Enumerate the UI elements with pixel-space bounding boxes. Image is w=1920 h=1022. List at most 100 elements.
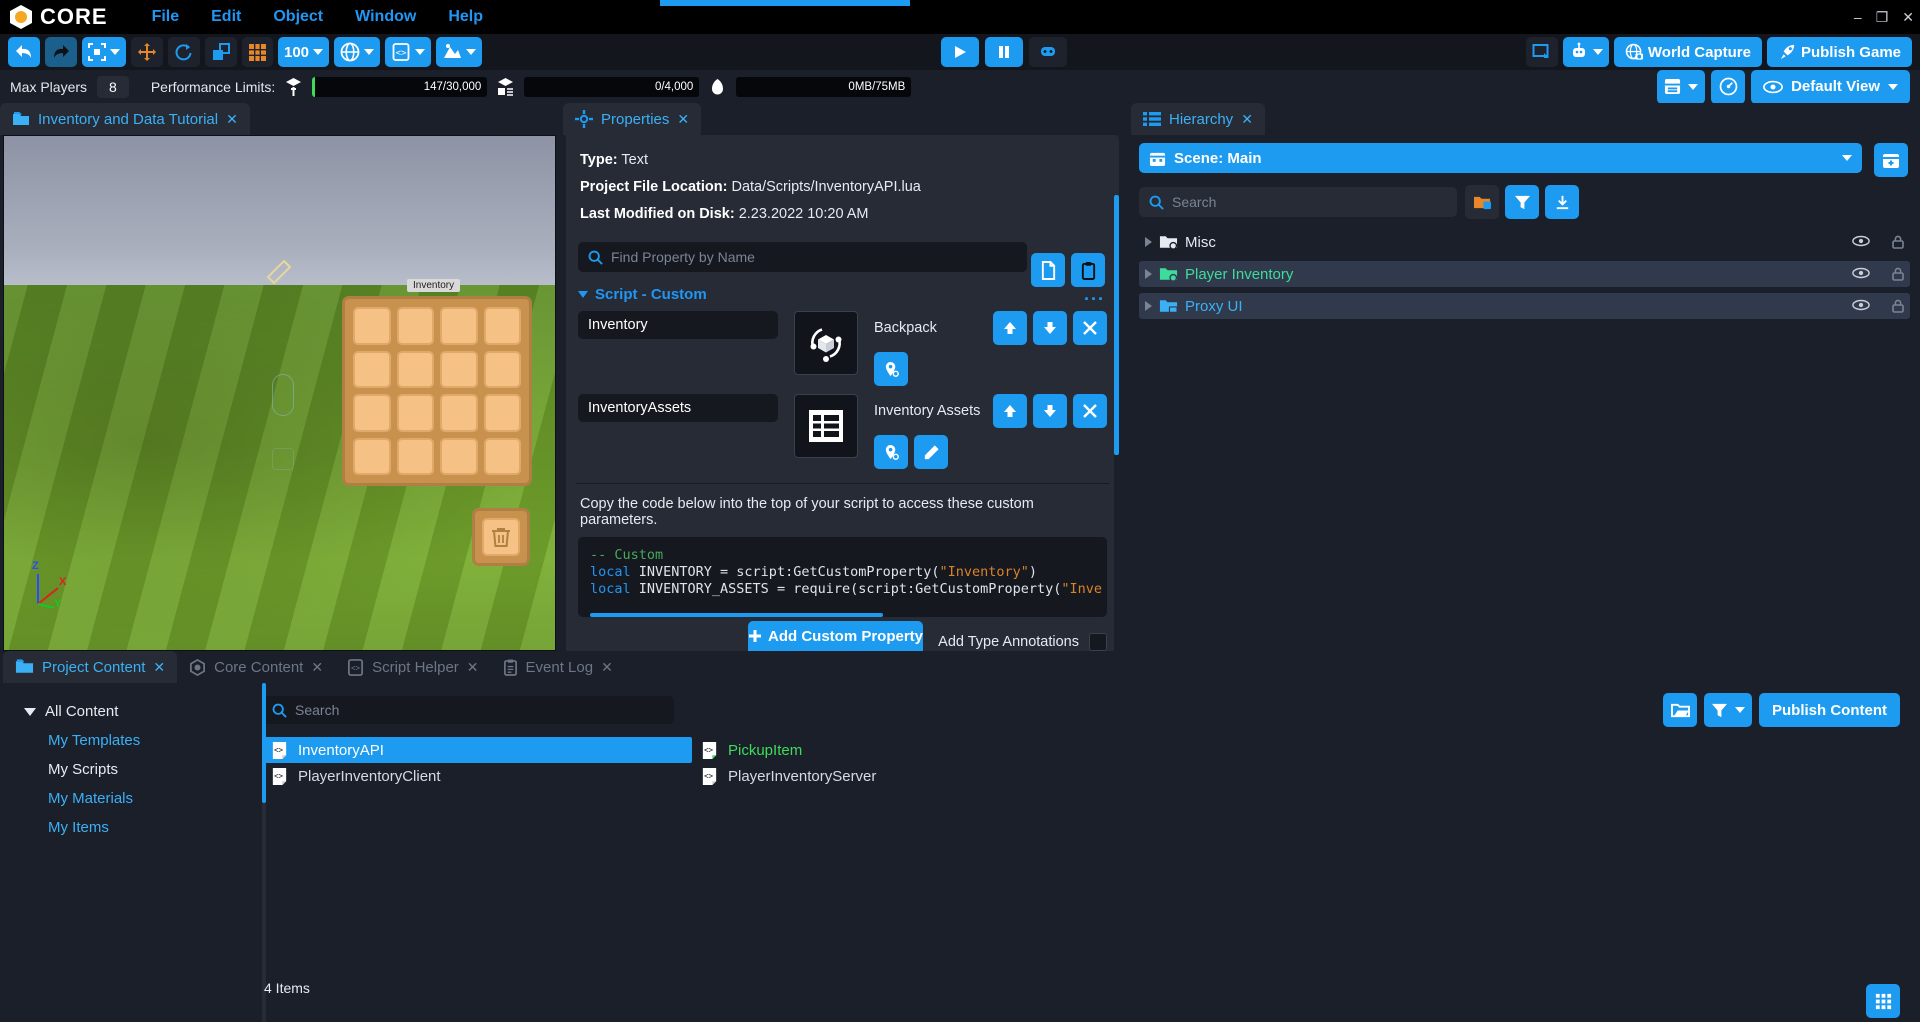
nav-my-items[interactable]: My Items (14, 813, 262, 842)
expand-arrow-icon[interactable] (1145, 269, 1152, 279)
minimize-icon[interactable]: – (1854, 9, 1862, 25)
hierarchy-item-misc[interactable]: Misc (1139, 229, 1910, 255)
select-tool-button[interactable] (82, 37, 126, 67)
tab-inventory-and-data-tutorial[interactable]: Inventory and Data Tutorial ✕ (0, 103, 250, 135)
tab-core-content[interactable]: Core Content ✕ (177, 651, 335, 683)
remove-property-button[interactable] (1073, 311, 1107, 345)
world-capture-button[interactable]: World Capture (1614, 37, 1762, 67)
move-down-button[interactable] (1033, 311, 1067, 345)
find-in-hierarchy-button[interactable] (874, 435, 908, 469)
visibility-icon[interactable] (1852, 267, 1870, 281)
custom-property-name[interactable]: InventoryAssets (578, 394, 778, 422)
close-icon[interactable]: ✕ (677, 111, 689, 128)
layout-presets-button[interactable] (1657, 70, 1705, 104)
visibility-icon[interactable] (1852, 299, 1870, 313)
rotate-tool-button[interactable] (168, 37, 200, 67)
move-up-button[interactable] (993, 394, 1027, 428)
code-horizontal-scrollbar[interactable] (590, 613, 1095, 617)
move-up-button[interactable] (993, 311, 1027, 345)
redo-button[interactable] (45, 37, 77, 67)
max-players-value[interactable]: 8 (97, 76, 129, 98)
publish-game-button[interactable]: Publish Game (1767, 37, 1912, 67)
play-button[interactable] (941, 37, 979, 67)
menu-window[interactable]: Window (339, 8, 432, 26)
chevron-down-icon[interactable] (24, 708, 36, 716)
copy-properties-button[interactable] (1031, 253, 1065, 287)
add-custom-property-button[interactable]: Add Custom Property (748, 621, 923, 651)
menu-file[interactable]: File (136, 8, 196, 26)
menu-edit[interactable]: Edit (195, 8, 257, 26)
template-icon[interactable] (794, 311, 858, 375)
tab-project-content[interactable]: Project Content ✕ (3, 651, 177, 683)
close-icon[interactable]: ✕ (153, 659, 165, 676)
content-filter-button[interactable] (1704, 693, 1752, 727)
default-view-button[interactable]: Default View (1751, 70, 1910, 104)
nav-all-content[interactable]: All Content (14, 697, 262, 726)
scene-selector[interactable]: Scene: Main (1139, 143, 1862, 173)
script-custom-section-header[interactable]: Script - Custom ... (578, 286, 1119, 303)
move-down-button[interactable] (1033, 394, 1067, 428)
scale-tool-button[interactable] (205, 37, 237, 67)
content-search-input[interactable]: Search (262, 696, 674, 724)
add-type-annotations-checkbox[interactable] (1089, 633, 1107, 651)
section-overflow-menu[interactable]: ... (1084, 284, 1105, 305)
lock-icon[interactable] (1892, 299, 1904, 313)
create-group-icon[interactable] (1465, 185, 1499, 219)
menu-help[interactable]: Help (432, 8, 499, 26)
hierarchy-item-player-inventory[interactable]: Player Inventory (1139, 261, 1910, 287)
hierarchy-search-input[interactable]: Search (1139, 187, 1457, 217)
maximize-icon[interactable]: ❐ (1876, 9, 1889, 26)
tab-hierarchy[interactable]: Hierarchy ✕ (1131, 103, 1265, 135)
lock-icon[interactable] (1892, 235, 1904, 249)
nav-my-materials[interactable]: My Materials (14, 784, 262, 813)
world-space-caret[interactable] (364, 49, 374, 55)
close-icon[interactable]: ✕ (601, 659, 613, 676)
content-item-pickupitem[interactable]: <> PickupItem (692, 737, 1920, 763)
import-folder-icon[interactable] (1663, 693, 1697, 727)
filter-icon[interactable] (1505, 185, 1539, 219)
default-view-caret[interactable] (1888, 84, 1898, 90)
close-icon[interactable]: ✕ (1902, 9, 1914, 26)
terrain-tool-caret[interactable] (466, 49, 476, 55)
hierarchy-item-proxy-ui[interactable]: Proxy UI (1139, 293, 1910, 319)
edit-script-button[interactable] (914, 435, 948, 469)
chevron-down-icon[interactable] (1842, 155, 1852, 161)
content-item-playerinventoryserver[interactable]: <> PlayerInventoryServer (692, 763, 1920, 789)
script-tool-button[interactable]: <> (385, 37, 431, 67)
nav-my-templates[interactable]: My Templates (14, 726, 262, 755)
close-icon[interactable]: ✕ (1241, 111, 1253, 128)
menu-object[interactable]: Object (257, 8, 339, 26)
select-tool-caret[interactable] (110, 49, 120, 55)
find-in-hierarchy-button[interactable] (874, 352, 908, 386)
ai-assistant-caret[interactable] (1593, 49, 1603, 55)
tab-event-log[interactable]: Event Log ✕ (491, 651, 625, 683)
content-item-playerinventoryclient[interactable]: <> PlayerInventoryClient (262, 763, 692, 789)
table-icon[interactable] (794, 394, 858, 458)
content-vertical-scrollbar[interactable] (262, 683, 266, 1022)
grid-size-button[interactable]: 100 (278, 37, 329, 67)
visibility-icon[interactable] (1852, 235, 1870, 249)
content-item-inventoryapi[interactable]: <> InventoryAPI (262, 737, 692, 763)
terrain-tool-button[interactable] (436, 37, 482, 67)
3d-viewport[interactable]: Inventory Z X Y (3, 135, 556, 651)
tab-properties[interactable]: Properties ✕ (563, 103, 701, 135)
chevron-down-icon[interactable] (1735, 707, 1745, 713)
custom-property-code-block[interactable]: -- Custom local INVENTORY = script:GetCu… (578, 537, 1107, 617)
ai-assistant-button[interactable] (1563, 37, 1609, 67)
undo-button[interactable] (8, 37, 40, 67)
expand-arrow-icon[interactable] (1145, 237, 1152, 247)
close-icon[interactable]: ✕ (467, 659, 479, 676)
expand-arrow-icon[interactable] (1145, 301, 1152, 311)
publish-content-button[interactable]: Publish Content (1759, 693, 1900, 727)
remove-property-button[interactable] (1073, 394, 1107, 428)
nav-my-scripts[interactable]: My Scripts (14, 755, 262, 784)
close-icon[interactable]: ✕ (226, 111, 238, 128)
grid-snap-button[interactable] (242, 37, 273, 67)
close-icon[interactable]: ✕ (311, 659, 323, 676)
properties-vertical-scrollbar[interactable] (1114, 195, 1119, 651)
custom-property-name[interactable]: Inventory (578, 311, 778, 339)
collapse-icon[interactable] (1545, 185, 1579, 219)
paste-properties-button[interactable] (1071, 253, 1105, 287)
lock-icon[interactable] (1892, 267, 1904, 281)
screenshot-button[interactable] (1526, 37, 1558, 67)
